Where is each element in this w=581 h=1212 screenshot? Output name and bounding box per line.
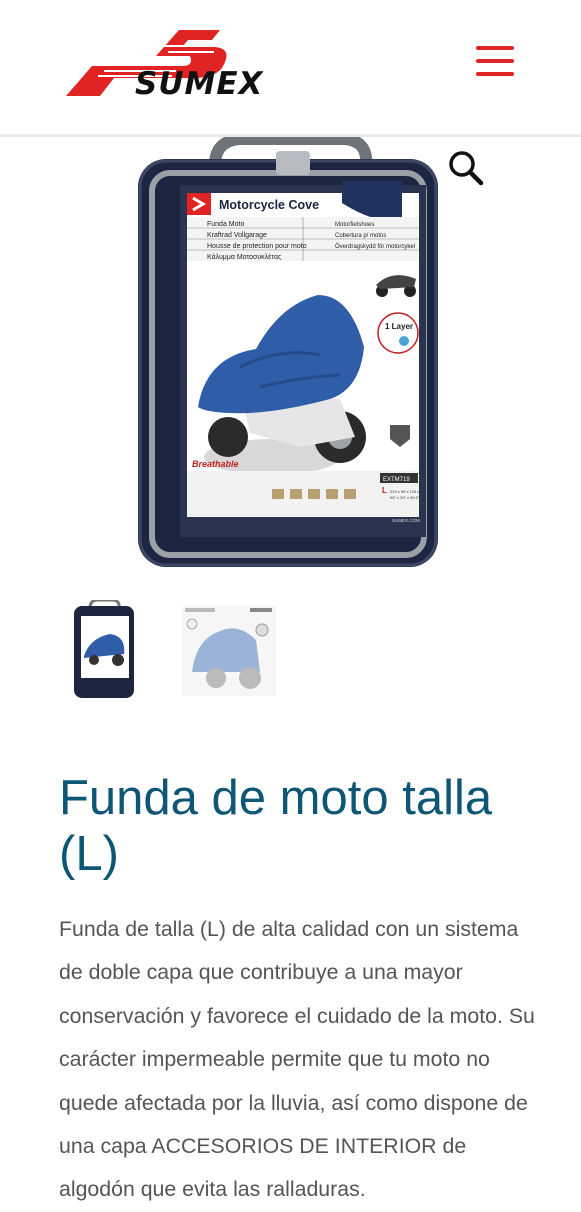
model-code: EXTM719 xyxy=(383,477,410,483)
layer-badge xyxy=(377,312,419,354)
product-main-image[interactable]: Motorcycle Cove Funda Moto Kraftrad Voll… xyxy=(0,133,581,577)
svg-text:Cobertura p/ motos: Cobertura p/ motos xyxy=(335,233,386,239)
product-title: Funda de moto talla (L) xyxy=(59,771,493,881)
svg-text:Överdragskydd för motorcykel: Överdragskydd för motorcykel xyxy=(335,243,415,250)
svg-text:Κάλυμμα Μοτοσυκλέτας: Κάλυμμα Μοτοσυκλέτας xyxy=(207,253,282,261)
hamburger-icon-bar xyxy=(476,59,514,63)
package-product-name: Motorcycle Cove xyxy=(219,198,319,212)
svg-text:Kraftrad Vollgarage: Kraftrad Vollgarage xyxy=(207,232,267,239)
product-description: Funda de talla (L) de alta calidad con u… xyxy=(59,917,535,1202)
hamburger-icon-bar xyxy=(476,72,514,76)
menu-button[interactable] xyxy=(474,44,516,78)
thumbnail-open-cover[interactable] xyxy=(182,600,276,700)
zoom-button[interactable] xyxy=(446,148,486,188)
size-dims-imperial: 90" x 39" x 49.2" xyxy=(390,495,420,500)
package-brand-footer: SUMEX.COM xyxy=(392,518,420,523)
size-code: L xyxy=(382,486,387,495)
language-table: Funda Moto Kraftrad Vollgarage Housse de… xyxy=(187,217,419,261)
layer-label: 1 Layer xyxy=(385,322,413,331)
motorcycle-cover-package-image: Motorcycle Cove Funda Moto Kraftrad Voll… xyxy=(138,133,438,567)
size-dims: 229 x 99 x 125 cm xyxy=(390,489,423,494)
brand-wordmark: SUMEX xyxy=(135,66,264,102)
breathable-label: Breathable xyxy=(192,459,239,469)
product-thumbnails xyxy=(0,598,581,710)
thumbnail-package[interactable] xyxy=(72,598,136,700)
svg-text:Motorfietshoes: Motorfietshoes xyxy=(335,222,374,228)
svg-text:Funda Moto: Funda Moto xyxy=(207,221,244,228)
magnifier-icon xyxy=(449,151,484,186)
site-header: SUMEX xyxy=(0,0,581,137)
svg-text:Housse de protection pour moto: Housse de protection pour moto xyxy=(207,243,307,250)
hamburger-icon-bar xyxy=(476,46,514,50)
